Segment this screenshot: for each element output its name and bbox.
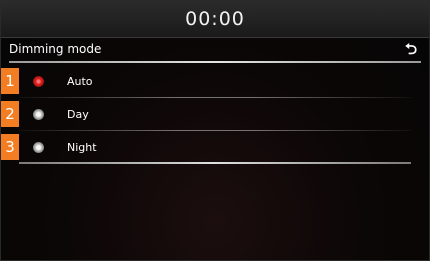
callout-badge-1: 1 <box>1 68 19 94</box>
option-row-night[interactable]: 3 Night <box>1 131 429 164</box>
page-title: Dimming mode <box>9 42 102 56</box>
callout-badge-2: 2 <box>1 101 19 127</box>
option-label: Day <box>67 108 89 121</box>
callout-badge-3: 3 <box>1 134 19 160</box>
option-row-auto[interactable]: 1 Auto <box>1 65 429 98</box>
status-bar: 00:00 <box>1 1 429 38</box>
display-screen: 00:00 Dimming mode ⮌ 1 Auto 2 Day 3 Nigh… <box>0 0 430 261</box>
header-divider <box>9 61 421 63</box>
radio-button-icon[interactable] <box>33 142 44 153</box>
header: Dimming mode ⮌ <box>1 38 429 62</box>
option-row-day[interactable]: 2 Day <box>1 98 429 131</box>
radio-button-selected-icon[interactable] <box>33 76 44 87</box>
row-divider <box>19 162 411 164</box>
option-label: Auto <box>67 75 93 88</box>
option-label: Night <box>67 141 97 154</box>
clock: 00:00 <box>185 8 245 30</box>
back-icon[interactable]: ⮌ <box>405 38 417 60</box>
radio-button-icon[interactable] <box>33 109 44 120</box>
